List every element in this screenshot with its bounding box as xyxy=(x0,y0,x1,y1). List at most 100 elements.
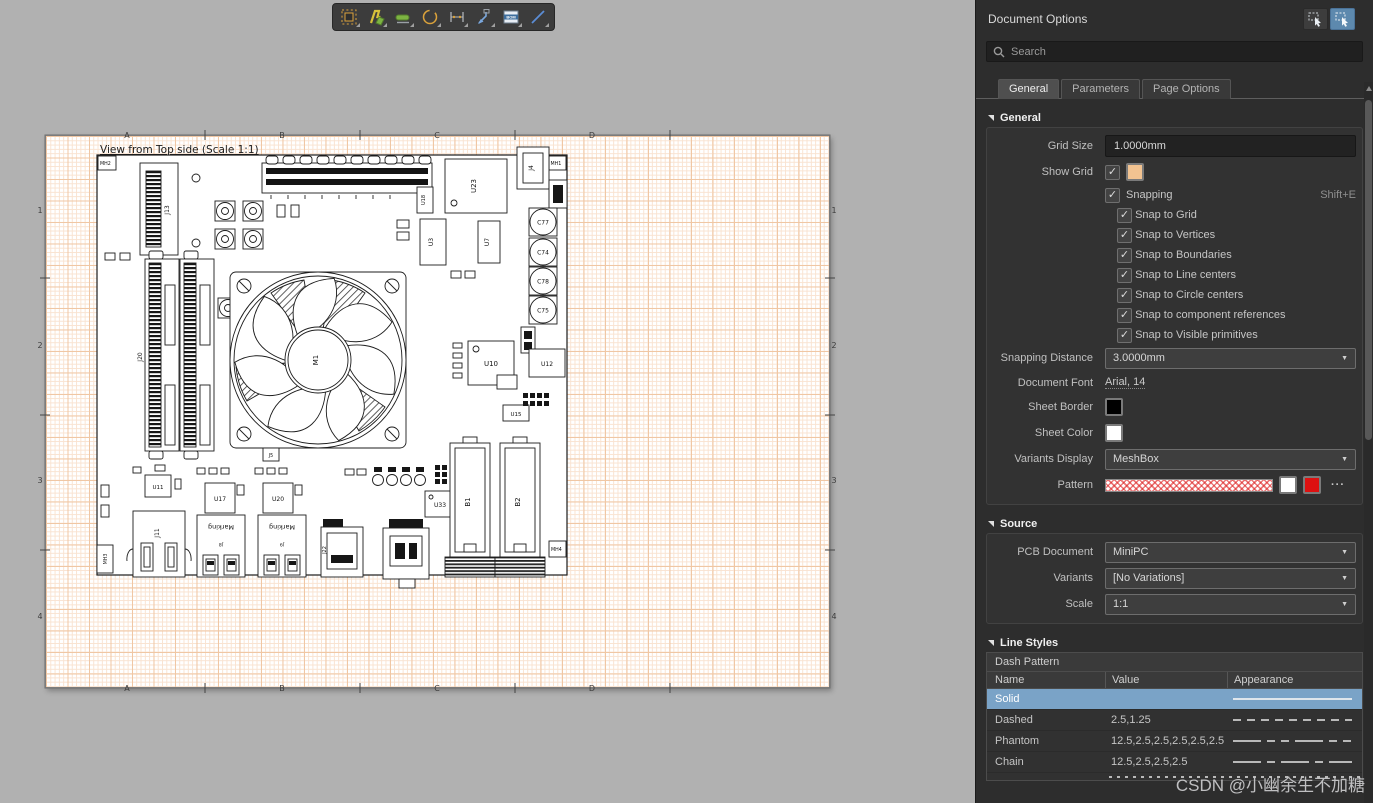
svg-text:U23: U23 xyxy=(470,179,478,193)
drawing-sheet[interactable]: A B C D A B C D 1 2 3 4 1 2 3 4 View from Top si… xyxy=(33,123,842,700)
place-line-button[interactable] xyxy=(526,6,550,28)
svg-text:BOM: BOM xyxy=(506,15,516,20)
fabrication-view-icon xyxy=(369,9,385,26)
grid-color-swatch[interactable] xyxy=(1126,163,1144,181)
pattern-foreground-color-swatch[interactable] xyxy=(1303,476,1321,494)
capacitor-bank: C77 C74 C78 C75 xyxy=(528,207,558,325)
drawing-canvas[interactable]: BOM A B C D A B C D 1 2 3 4 1 2 3 4 View… xyxy=(0,0,975,803)
snap-to-visible-primitives-checkbox[interactable]: ✓ xyxy=(1117,327,1132,343)
svg-text:B: B xyxy=(279,684,285,693)
application-window: BOM A B C D A B C D 1 2 3 4 1 2 3 4 View… xyxy=(0,0,1373,803)
table-row-chain[interactable]: Chain 12.5,2.5,2.5,2.5 xyxy=(987,752,1362,773)
scroll-up-icon[interactable] xyxy=(1365,86,1372,91)
svg-text:A: A xyxy=(124,684,130,693)
chip-u12: U12 xyxy=(528,348,566,378)
svg-text:U33: U33 xyxy=(434,502,446,509)
board-assembly-view[interactable]: View from Top side (Scale 1:1) MH2 MH1 M… xyxy=(96,144,568,589)
dash-preview-dashed xyxy=(1233,719,1352,721)
variants-display-dropdown[interactable]: MeshBox ▼ xyxy=(1105,448,1356,470)
place-bill-of-materials-button[interactable]: BOM xyxy=(499,6,523,28)
section-line-styles[interactable]: Line Styles xyxy=(988,637,1363,649)
chevron-down-icon: ▼ xyxy=(1341,548,1348,556)
pattern-preview[interactable] xyxy=(1105,478,1273,492)
table-row-dashed[interactable]: Dashed 2.5,1.25 xyxy=(987,710,1362,731)
cursor-rect-icon xyxy=(1335,12,1348,27)
panel-scrollbar[interactable] xyxy=(1364,82,1373,803)
svg-text:U15: U15 xyxy=(510,412,522,418)
chip-u23: U23 xyxy=(444,158,508,214)
svg-text:U10: U10 xyxy=(484,360,498,368)
svg-text:A: A xyxy=(124,131,130,140)
cursor-select-button[interactable] xyxy=(1303,8,1328,30)
watermark: CSDN @小幽余生不加糖 xyxy=(1175,776,1365,795)
svg-text:J8: J8 xyxy=(219,541,224,547)
sheet-border-color-swatch[interactable] xyxy=(1105,398,1123,416)
snap-to-circle-centers-checkbox[interactable]: ✓ xyxy=(1117,287,1132,303)
snapping-checkbox[interactable]: ✓ xyxy=(1105,187,1120,203)
dark-component xyxy=(548,179,568,209)
section-general[interactable]: General xyxy=(988,112,1363,124)
snap-to-vertices-checkbox[interactable]: ✓ xyxy=(1117,227,1132,243)
connector-display xyxy=(382,519,430,589)
svg-text:MH1: MH1 xyxy=(551,161,562,167)
svg-text:C77: C77 xyxy=(537,220,549,227)
tab-parameters[interactable]: Parameters xyxy=(1061,79,1140,99)
chip-u7: U7 xyxy=(477,220,501,264)
place-board-assembly-view-button[interactable] xyxy=(337,6,361,28)
pcb-document-dropdown[interactable]: MiniPC ▼ xyxy=(1105,541,1356,563)
table-row-solid[interactable]: Solid xyxy=(987,689,1362,710)
svg-text:J22: J22 xyxy=(322,546,328,555)
fan-label: M1 xyxy=(312,355,320,366)
connector-j22: J22 xyxy=(320,519,364,578)
panel-search[interactable] xyxy=(986,41,1363,62)
snap-option-label: Snap to component references xyxy=(1135,309,1286,321)
chevron-down-icon: ▼ xyxy=(1341,574,1348,582)
table-row-phantom[interactable]: Phantom 12.5,2.5,2.5,2.5,2.5,2.5 xyxy=(987,731,1362,752)
svg-text:2: 2 xyxy=(831,341,836,350)
panel-tabs: General Parameters Page Options xyxy=(976,79,1373,99)
sheet-color-swatch[interactable] xyxy=(1105,424,1123,442)
collapse-icon xyxy=(988,115,994,121)
place-detail-view-button[interactable] xyxy=(418,6,442,28)
dash-preview-solid xyxy=(1233,698,1352,700)
cursor-select-alt-button[interactable] xyxy=(1330,8,1355,30)
callout-icon xyxy=(478,9,490,24)
svg-text:B1: B1 xyxy=(464,497,472,506)
chevron-down-icon: ▼ xyxy=(1341,600,1348,608)
document-font-link[interactable]: Arial, 14 xyxy=(1105,376,1146,389)
view-title: View from Top side (Scale 1:1) xyxy=(100,144,259,156)
snap-to-line-centers-checkbox[interactable]: ✓ xyxy=(1117,267,1132,283)
tab-page-options[interactable]: Page Options xyxy=(1142,79,1231,99)
snap-to-component-references-checkbox[interactable]: ✓ xyxy=(1117,307,1132,323)
snap-to-grid-checkbox[interactable]: ✓ xyxy=(1117,207,1132,223)
document-font-label: Document Font xyxy=(1017,376,1093,389)
scrollbar-thumb[interactable] xyxy=(1365,100,1372,440)
scale-dropdown[interactable]: 1:1 ▼ xyxy=(1105,593,1356,615)
svg-text:D: D xyxy=(589,684,595,693)
grid-size-input[interactable] xyxy=(1105,135,1356,157)
svg-text:J4: J4 xyxy=(528,165,535,172)
place-dimension-button[interactable] xyxy=(445,6,469,28)
search-icon xyxy=(993,46,1005,57)
pattern-label: Pattern xyxy=(1057,479,1093,491)
grid-size-label: Grid Size xyxy=(1047,140,1093,152)
search-input[interactable] xyxy=(1011,45,1356,58)
snapping-distance-dropdown[interactable]: 3.0000mm ▼ xyxy=(1105,347,1356,369)
general-group: Grid Size Show Grid ✓ ✓ Snapping Shift+E… xyxy=(986,127,1363,505)
svg-text:U20: U20 xyxy=(272,496,284,503)
variants-dropdown[interactable]: [No Variations] ▼ xyxy=(1105,567,1356,589)
placement-toolbar: BOM xyxy=(332,3,555,31)
connector-j4: J4 xyxy=(516,146,550,190)
show-grid-checkbox[interactable]: ✓ xyxy=(1105,164,1120,180)
svg-text:J11: J11 xyxy=(154,528,161,539)
tab-general[interactable]: General xyxy=(998,79,1060,99)
svg-text:Marking: Marking xyxy=(269,523,295,531)
pattern-more-button[interactable]: ··· xyxy=(1331,479,1345,491)
pattern-background-color-swatch[interactable] xyxy=(1279,476,1297,494)
place-callout-button[interactable] xyxy=(472,6,496,28)
section-source[interactable]: Source xyxy=(988,518,1363,530)
place-section-view-button[interactable] xyxy=(391,6,415,28)
place-board-fabrication-view-button[interactable] xyxy=(364,6,388,28)
snap-to-boundaries-checkbox[interactable]: ✓ xyxy=(1117,247,1132,263)
svg-text:J13: J13 xyxy=(164,205,171,216)
